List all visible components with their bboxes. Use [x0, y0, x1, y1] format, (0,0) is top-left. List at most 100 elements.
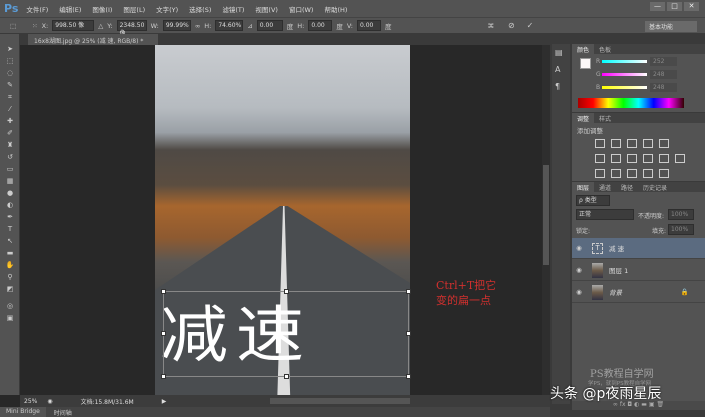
minimize-button[interactable]: — — [650, 2, 665, 11]
layer-row-background[interactable]: ◉ 背景 🔒 — [572, 282, 705, 303]
color-lookup-icon[interactable] — [675, 154, 685, 163]
menu-filter[interactable]: 滤镜(T) — [222, 4, 244, 14]
color-swatches-icon[interactable]: ◩ — [4, 285, 16, 299]
horizontal-scrollbar[interactable] — [270, 398, 410, 404]
quick-mask-icon[interactable]: ◎ — [4, 302, 16, 311]
close-button[interactable]: ✕ — [684, 2, 699, 11]
g-slider[interactable] — [602, 73, 647, 76]
eyedropper-tool-icon[interactable]: ⁄ — [4, 105, 16, 114]
workspace-select[interactable]: 基本功能 — [645, 21, 697, 32]
visibility-eye-icon[interactable]: ◉ — [572, 266, 586, 274]
menu-view[interactable]: 视图(V) — [255, 4, 278, 14]
h-input[interactable]: 74.60% — [215, 20, 244, 31]
hue-saturation-icon[interactable] — [595, 154, 605, 163]
curves-icon[interactable] — [627, 139, 637, 148]
cancel-transform-icon[interactable]: ⊘ — [508, 21, 515, 30]
transform-handle[interactable] — [284, 374, 289, 379]
channel-mixer-icon[interactable] — [659, 154, 669, 163]
black-white-icon[interactable] — [627, 154, 637, 163]
shape-tool-icon[interactable]: ▬ — [4, 249, 16, 258]
healing-tool-icon[interactable]: ✚ — [4, 117, 16, 126]
invert-icon[interactable] — [595, 169, 605, 178]
blend-mode-select[interactable]: 正常 — [576, 209, 634, 220]
menu-layer[interactable]: 图层(L) — [123, 4, 145, 14]
color-spectrum[interactable] — [578, 98, 684, 108]
threshold-icon[interactable] — [627, 169, 637, 178]
transform-handle[interactable] — [406, 289, 411, 294]
move-tool-icon[interactable]: ➤ — [4, 45, 16, 54]
history-panel-icon[interactable]: ▤ — [555, 48, 567, 57]
stamp-tool-icon[interactable]: ♜ — [4, 141, 16, 150]
transform-handle[interactable] — [406, 331, 411, 336]
exposure-icon[interactable] — [643, 139, 653, 148]
foreground-color-swatch[interactable] — [580, 58, 591, 69]
transform-handle[interactable] — [284, 289, 289, 294]
r-slider[interactable] — [602, 60, 647, 63]
posterize-icon[interactable] — [611, 169, 621, 178]
delta-icon[interactable]: △ — [98, 22, 103, 30]
scroll-thumb[interactable] — [543, 165, 549, 265]
b-slider[interactable] — [602, 86, 647, 89]
warp-icon[interactable]: ⌘ — [487, 22, 494, 30]
menu-window[interactable]: 窗口(W) — [289, 4, 314, 14]
g-value[interactable]: 248 — [650, 70, 677, 79]
visibility-eye-icon[interactable]: ◉ — [572, 288, 586, 296]
zoom-level[interactable]: 25% — [24, 398, 37, 405]
fill-input[interactable]: 100% — [668, 224, 694, 235]
photo-filter-icon[interactable] — [643, 154, 653, 163]
zoom-tool-icon[interactable]: ⚲ — [4, 273, 16, 282]
tab-swatches[interactable]: 色板 — [594, 44, 616, 54]
type-tool-icon[interactable]: T — [4, 225, 16, 234]
gradient-map-icon[interactable] — [659, 169, 669, 178]
status-info-icon[interactable]: ◉ — [47, 398, 52, 405]
w-input[interactable]: 99.99% — [162, 20, 191, 31]
screen-mode-icon[interactable]: ▣ — [4, 314, 16, 323]
menu-help[interactable]: 帮助(H) — [324, 4, 347, 14]
tab-layers[interactable]: 图层 — [572, 182, 595, 192]
layer-filter-select[interactable]: ρ 类型 — [576, 195, 610, 206]
tab-color[interactable]: 颜色 — [572, 44, 595, 54]
tab-timeline[interactable]: 时间轴 — [47, 407, 78, 417]
visibility-eye-icon[interactable]: ◉ — [572, 244, 586, 252]
document-tab[interactable]: 16x8湖图.jpg @ 25% (减 速, RGB/8) * — [28, 34, 158, 45]
marquee-tool-icon[interactable]: ⬚ — [4, 57, 16, 66]
transform-handle[interactable] — [161, 331, 166, 336]
eraser-tool-icon[interactable]: ▭ — [4, 165, 16, 174]
vskew-input[interactable]: 0.00 — [356, 20, 381, 31]
menu-edit[interactable]: 编辑(E) — [59, 4, 81, 14]
blur-tool-icon[interactable]: ● — [4, 189, 16, 198]
paragraph-panel-icon[interactable]: ¶ — [555, 82, 567, 91]
y-input[interactable]: 2348.50 像 — [116, 20, 147, 37]
x-input[interactable]: 998.50 像 — [52, 20, 95, 31]
tab-styles[interactable]: 样式 — [594, 113, 616, 123]
tab-adjustments[interactable]: 调整 — [572, 113, 595, 123]
crop-tool-icon[interactable]: ⌗ — [4, 93, 16, 102]
brush-tool-icon[interactable]: ✐ — [4, 129, 16, 138]
transform-handle[interactable] — [406, 374, 411, 379]
dodge-tool-icon[interactable]: ◐ — [4, 201, 16, 210]
pen-tool-icon[interactable]: ✒ — [4, 213, 16, 222]
gradient-tool-icon[interactable]: ▦ — [4, 177, 16, 186]
maximize-button[interactable]: □ — [667, 2, 682, 11]
tab-channels[interactable]: 通道 — [594, 182, 616, 192]
r-value[interactable]: 252 — [650, 57, 677, 66]
commit-transform-icon[interactable]: ✓ — [527, 21, 534, 30]
tab-mini-bridge[interactable]: Mini Bridge — [0, 407, 46, 417]
levels-icon[interactable] — [611, 139, 621, 148]
character-panel-icon[interactable]: A — [555, 65, 567, 74]
b-value[interactable]: 248 — [650, 83, 677, 92]
layer-row-text[interactable]: ◉ T 减 速 — [572, 238, 705, 259]
path-select-icon[interactable]: ↖ — [4, 237, 16, 246]
color-balance-icon[interactable] — [611, 154, 621, 163]
angle-input[interactable]: 0.00 — [256, 20, 283, 31]
menu-image[interactable]: 图像(I) — [92, 4, 112, 14]
menu-file[interactable]: 文件(F) — [26, 4, 48, 14]
history-brush-icon[interactable]: ↺ — [4, 153, 16, 162]
vibrance-icon[interactable] — [659, 139, 669, 148]
vertical-scrollbar[interactable] — [542, 45, 550, 395]
brightness-icon[interactable] — [595, 139, 605, 148]
transform-handle[interactable] — [161, 289, 166, 294]
transform-handle[interactable] — [161, 374, 166, 379]
menu-type[interactable]: 文字(Y) — [156, 4, 178, 14]
layer-row-layer1[interactable]: ◉ 图层 1 — [572, 260, 705, 281]
